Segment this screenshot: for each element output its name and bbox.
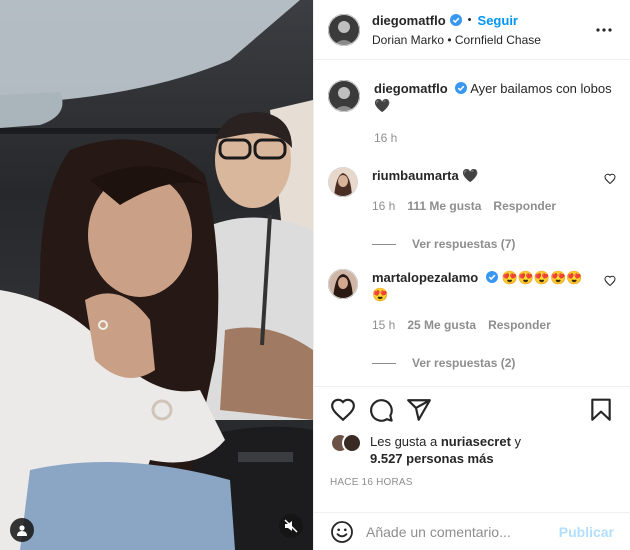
author-info: diegomatflo • Seguir Dorian Marko • Corn… — [372, 13, 592, 47]
liker-username[interactable]: nuriasecret — [441, 434, 511, 449]
user-icon — [17, 525, 27, 536]
comment-likes[interactable]: 111 Me gusta — [407, 198, 481, 215]
likes-others[interactable]: 9.527 personas más — [370, 451, 494, 466]
like-comment-heart-icon[interactable] — [604, 173, 616, 185]
view-replies-label: Ver respuestas (7) — [412, 237, 516, 251]
caption-time[interactable]: 16 h — [374, 130, 397, 147]
caption: diegomatflo Ayer bailamos con lobos 🖤 16… — [328, 80, 616, 147]
post-header: diegomatflo • Seguir Dorian Marko • Corn… — [314, 0, 630, 60]
likes-summary: Les gusta a nuriasecret y 9.527 personas… — [330, 433, 614, 467]
share-paper-plane-icon[interactable] — [406, 397, 432, 423]
caption-text: diegomatflo Ayer bailamos con lobos 🖤 — [374, 80, 616, 114]
add-comment-bar: Publicar — [314, 512, 630, 550]
likes-text[interactable]: Les gusta a nuriasecret y 9.527 personas… — [370, 433, 521, 467]
view-replies-button[interactable]: Ver respuestas (2) — [372, 355, 596, 372]
comment-bubble-icon[interactable] — [368, 397, 394, 423]
commenter-avatar[interactable] — [328, 269, 358, 299]
like-comment-heart-icon[interactable] — [604, 275, 616, 287]
view-replies-button[interactable]: Ver respuestas (7) — [372, 236, 596, 253]
save-bookmark-icon[interactable] — [588, 397, 614, 423]
comment-item: riumbaumarta 🖤 16 h 111 Me gusta Respond… — [328, 167, 616, 253]
comment-likes[interactable]: 25 Me gusta — [407, 317, 476, 334]
post-timestamp[interactable]: HACE 16 HORAS — [330, 477, 614, 488]
comment-time[interactable]: 16 h — [372, 198, 395, 215]
verified-badge-icon — [449, 14, 462, 26]
commenter-avatar[interactable] — [328, 167, 358, 197]
comment-time[interactable]: 15 h — [372, 317, 395, 334]
separator-dot: • — [467, 14, 472, 26]
reply-button[interactable]: Responder — [488, 317, 551, 334]
emoji-smile-icon[interactable] — [330, 520, 354, 544]
comment-username[interactable]: martalopezalamo — [372, 270, 478, 285]
muted-speaker-icon — [284, 519, 298, 533]
view-replies-label: Ver respuestas (2) — [412, 356, 516, 370]
follow-button[interactable]: Seguir — [478, 13, 518, 28]
post-video[interactable] — [0, 0, 313, 550]
caption-avatar[interactable] — [328, 80, 360, 112]
caption-username[interactable]: diegomatflo — [374, 81, 448, 96]
more-horizontal-icon — [596, 27, 612, 32]
comment-item: martalopezalamo 😍😍😍😍😍😍 15 h 25 Me gusta … — [328, 269, 616, 372]
author-avatar[interactable] — [328, 13, 360, 46]
verified-badge-icon — [485, 271, 498, 283]
tagged-users-button[interactable] — [10, 518, 34, 542]
action-bar — [330, 387, 614, 433]
comments-section: diegomatflo Ayer bailamos con lobos 🖤 16… — [314, 60, 630, 384]
more-options-button[interactable] — [592, 18, 616, 42]
post-actions: Les gusta a nuriasecret y 9.527 personas… — [314, 386, 630, 488]
caption-body: Ayer bailamos con lobos — [470, 81, 612, 96]
mute-button[interactable] — [279, 514, 303, 538]
liker-avatars[interactable] — [330, 433, 364, 453]
comment-input[interactable] — [366, 523, 559, 540]
author-username[interactable]: diegomatflo — [372, 13, 446, 28]
post-panel: diegomatflo • Seguir Dorian Marko • Corn… — [313, 0, 630, 550]
audio-subtitle[interactable]: Dorian Marko • Cornfield Chase — [372, 33, 592, 47]
likes-prefix: Les gusta a — [370, 434, 441, 449]
publish-button[interactable]: Publicar — [559, 524, 614, 540]
like-heart-icon[interactable] — [330, 397, 356, 423]
reply-button[interactable]: Responder — [493, 198, 556, 215]
replies-divider — [372, 363, 396, 364]
video-frame — [0, 0, 313, 550]
verified-badge-icon — [455, 82, 468, 94]
replies-divider — [372, 244, 396, 245]
liker-avatar — [342, 433, 362, 453]
likes-connector: y — [510, 434, 522, 449]
instagram-post: diegomatflo • Seguir Dorian Marko • Corn… — [0, 0, 630, 550]
comment-username[interactable]: riumbaumarta — [372, 168, 459, 183]
comment-text: 🖤 — [462, 168, 479, 183]
caption-emoji: 🖤 — [374, 98, 391, 113]
